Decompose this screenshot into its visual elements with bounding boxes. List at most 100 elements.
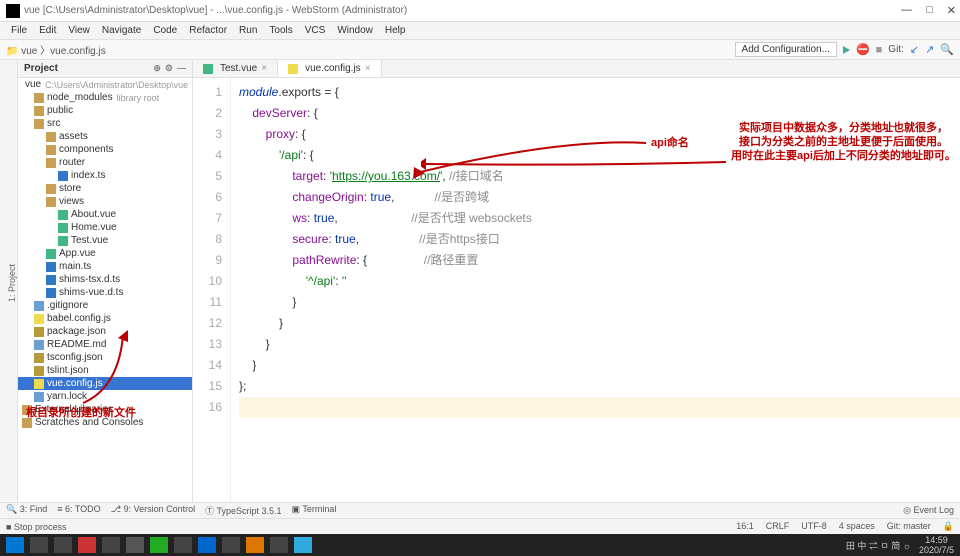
ts-icon [46, 288, 56, 298]
run-icon[interactable] [843, 46, 850, 54]
titlebar: vue [C:\Users\Administrator\Desktop\vue]… [0, 0, 960, 22]
menu-file[interactable]: File [6, 25, 32, 36]
taskbar-app-icon[interactable] [54, 537, 72, 553]
vcs-tab[interactable]: ⎇ 9: Version Control [111, 504, 195, 517]
start-icon[interactable] [6, 537, 24, 553]
tree-item[interactable]: shims-tsx.d.ts [18, 273, 192, 286]
maximize-icon[interactable]: □ [926, 4, 933, 17]
tree-item[interactable]: components [18, 143, 192, 156]
menu-navigate[interactable]: Navigate [97, 25, 146, 36]
code-editor[interactable]: 12345678910111213141516 module.exports =… [193, 78, 960, 502]
folder-icon [46, 145, 56, 155]
close-icon[interactable]: ✕ [947, 4, 956, 17]
tree-item[interactable]: package.json [18, 325, 192, 338]
event-log[interactable]: ◎ Event Log [903, 505, 954, 516]
minimize-icon[interactable]: — [901, 4, 912, 17]
taskbar-app-icon[interactable] [102, 537, 120, 553]
menu-edit[interactable]: Edit [34, 25, 61, 36]
tree-item[interactable]: views [18, 195, 192, 208]
taskbar-app-icon[interactable] [270, 537, 288, 553]
menu-tools[interactable]: Tools [264, 25, 297, 36]
tree-item[interactable]: .gitignore [18, 299, 192, 312]
close-tab-icon[interactable]: × [261, 63, 267, 74]
project-panel: Project ⊕ ⚙ — vueC:\Users\Administrator\… [18, 60, 193, 502]
find-tab[interactable]: 🔍 3: Find [6, 504, 47, 517]
tree-item[interactable]: store [18, 182, 192, 195]
tree-item[interactable]: public [18, 104, 192, 117]
project-tool-tab[interactable]: 1: Project [7, 258, 17, 308]
tree-item[interactable]: src [18, 117, 192, 130]
git-pull-icon[interactable]: ↙ [910, 43, 919, 56]
tree-item[interactable]: yarn.lock [18, 390, 192, 403]
collapse-icon[interactable]: ⊕ [153, 63, 161, 74]
ts-icon [58, 171, 68, 181]
taskbar-app-icon[interactable] [246, 537, 264, 553]
menu-run[interactable]: Run [234, 25, 262, 36]
editor-tabs: Test.vue ×vue.config.js × [193, 60, 960, 78]
main-area: 1: Project 7: Structure 2: Favorites npm… [0, 60, 960, 502]
taskbar-app-icon[interactable] [78, 537, 96, 553]
taskbar-app-icon[interactable] [198, 537, 216, 553]
windows-taskbar: 田 中 ⇌ ㅁ 简 ☼ 14:59 2020/7/5 [0, 534, 960, 556]
git-push-icon[interactable]: ↗ [925, 43, 934, 56]
hide-icon[interactable]: — [177, 63, 186, 74]
stop-icon[interactable]: ■ [876, 44, 883, 56]
indent[interactable]: 4 spaces [839, 521, 875, 532]
terminal-tab[interactable]: ▣ Terminal [292, 504, 337, 517]
tree-item[interactable]: shims-vue.d.ts [18, 286, 192, 299]
window-controls: — □ ✕ [901, 4, 956, 17]
tree-item[interactable]: vueC:\Users\Administrator\Desktop\vue [18, 78, 192, 91]
tree-item[interactable]: router [18, 156, 192, 169]
todo-tab[interactable]: ≡ 6: TODO [57, 504, 100, 517]
breadcrumb[interactable]: 📁 vue 〉vue.config.js [6, 42, 106, 57]
menu-view[interactable]: View [63, 25, 95, 36]
folder-icon [34, 93, 44, 103]
typescript-tab[interactable]: Ⓣ TypeScript 3.5.1 [205, 504, 281, 517]
debug-icon[interactable]: ⛔ [856, 43, 870, 56]
taskbar-app-icon[interactable] [126, 537, 144, 553]
tree-item[interactable]: README.md [18, 338, 192, 351]
settings-icon[interactable]: ⚙ [165, 63, 173, 74]
tree-item[interactable]: tsconfig.json [18, 351, 192, 364]
menu-window[interactable]: Window [332, 25, 378, 36]
taskbar-app-icon[interactable] [294, 537, 312, 553]
tree-item[interactable]: vue.config.js [18, 377, 192, 390]
tree-item[interactable]: assets [18, 130, 192, 143]
status-bar: ■ Stop process 16:1 CRLF UTF-8 4 spaces … [0, 518, 960, 534]
taskbar-app-icon[interactable] [222, 537, 240, 553]
add-configuration-button[interactable]: Add Configuration... [735, 42, 837, 57]
tree-item[interactable]: babel.config.js [18, 312, 192, 325]
editor-tab[interactable]: vue.config.js × [278, 60, 381, 77]
taskbar-app-icon[interactable] [30, 537, 48, 553]
line-sep[interactable]: CRLF [766, 521, 790, 532]
menu-vcs[interactable]: VCS [300, 25, 331, 36]
app-icon [6, 4, 20, 18]
taskbar-app-icon[interactable] [174, 537, 192, 553]
editor-tab[interactable]: Test.vue × [193, 60, 278, 77]
code-lines[interactable]: module.exports = { devServer: { proxy: {… [231, 78, 960, 502]
tree-item[interactable]: About.vue [18, 208, 192, 221]
bottom-tool-bar: 🔍 3: Find ≡ 6: TODO ⎇ 9: Version Control… [0, 502, 960, 518]
git-branch[interactable]: Git: master [887, 521, 931, 532]
taskbar-app-icon[interactable] [150, 537, 168, 553]
project-tree[interactable]: vueC:\Users\Administrator\Desktop\vuenod… [18, 78, 192, 429]
menu-help[interactable]: Help [380, 25, 411, 36]
stop-process[interactable]: Stop process [14, 522, 67, 532]
tree-item[interactable]: main.ts [18, 260, 192, 273]
clock-date: 2020/7/5 [919, 545, 954, 555]
menu-code[interactable]: Code [148, 25, 182, 36]
search-icon[interactable]: 🔍 [940, 43, 954, 56]
close-tab-icon[interactable]: × [365, 63, 371, 74]
folder-icon [46, 197, 56, 207]
ime-status[interactable]: 田 中 ⇌ ㅁ 简 ☼ [846, 539, 911, 552]
tree-item[interactable]: tslint.json [18, 364, 192, 377]
tree-item[interactable]: Home.vue [18, 221, 192, 234]
tree-item[interactable]: index.ts [18, 169, 192, 182]
tree-item[interactable]: App.vue [18, 247, 192, 260]
menu-refactor[interactable]: Refactor [184, 25, 232, 36]
tree-item[interactable]: Test.vue [18, 234, 192, 247]
lock-icon[interactable]: 🔒 [943, 521, 954, 532]
file-icon [34, 392, 44, 402]
tree-item[interactable]: node_moduleslibrary root [18, 91, 192, 104]
encoding[interactable]: UTF-8 [801, 521, 827, 532]
